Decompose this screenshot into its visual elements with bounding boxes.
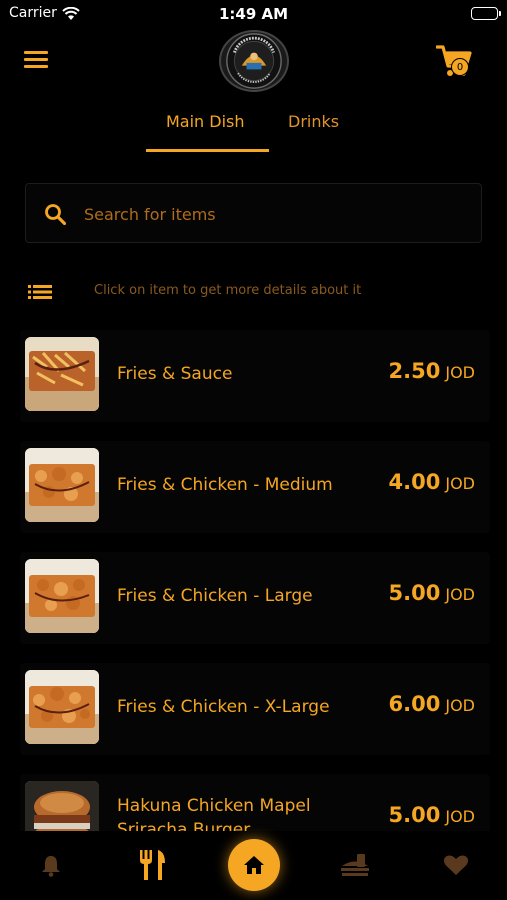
menu-item[interactable]: Fries & Sauce 2.50 JOD bbox=[0, 326, 507, 426]
tab-drinks[interactable]: Drinks bbox=[288, 112, 339, 131]
battery-icon bbox=[471, 7, 501, 20]
search-box bbox=[25, 183, 482, 243]
home-icon bbox=[244, 856, 264, 874]
item-currency: JOD bbox=[445, 585, 475, 604]
item-currency: JOD bbox=[445, 363, 475, 382]
item-price: 5.00 JOD bbox=[389, 803, 475, 827]
menu-item[interactable]: Fries & Chicken - Large 5.00 JOD bbox=[0, 548, 507, 648]
item-price-value: 4.00 bbox=[388, 470, 441, 494]
hint-text: Click on item to get more details about … bbox=[94, 283, 362, 298]
item-thumbnail bbox=[25, 337, 99, 411]
home-button[interactable] bbox=[228, 839, 280, 891]
tab-main-dish[interactable]: Main Dish bbox=[166, 112, 245, 131]
bottom-navigation bbox=[0, 831, 507, 900]
item-price-value: 2.50 bbox=[388, 359, 441, 383]
cart-count-badge: 0 bbox=[451, 58, 469, 76]
menu-item[interactable]: Hakuna Chicken Mapel Sriracha Burger 5.0… bbox=[0, 770, 507, 831]
hamburger-menu-icon[interactable] bbox=[24, 51, 48, 69]
item-name: Fries & Chicken - X-Large bbox=[117, 697, 330, 717]
status-time: 1:49 AM bbox=[218, 5, 289, 23]
hint-row: Click on item to get more details about … bbox=[0, 280, 507, 304]
item-thumbnail bbox=[25, 781, 99, 831]
item-thumbnail bbox=[25, 670, 99, 744]
active-tab-indicator bbox=[146, 149, 269, 152]
menu-item[interactable]: Fries & Chicken - Medium 4.00 JOD bbox=[0, 437, 507, 537]
status-bar: Carrier 1:49 AM bbox=[0, 0, 507, 28]
menu-item[interactable]: Fries & Chicken - X-Large 6.00 JOD bbox=[0, 659, 507, 759]
search-input[interactable] bbox=[84, 196, 464, 232]
list-icon[interactable] bbox=[28, 284, 52, 300]
category-tabs: Main Dish Drinks bbox=[0, 110, 507, 154]
item-price-value: 5.00 bbox=[388, 803, 441, 827]
heart-icon[interactable] bbox=[443, 854, 469, 876]
logo bbox=[219, 30, 289, 92]
item-price-value: 5.00 bbox=[388, 581, 441, 605]
item-thumbnail bbox=[25, 448, 99, 522]
item-currency: JOD bbox=[445, 696, 475, 715]
dish-icon[interactable] bbox=[340, 853, 370, 879]
item-price-value: 6.00 bbox=[388, 692, 441, 716]
menu-item-list: Fries & Sauce 2.50 JOD Fries & Chicken - … bbox=[0, 326, 507, 831]
item-thumbnail bbox=[25, 559, 99, 633]
item-name: Fries & Chicken - Medium bbox=[117, 475, 333, 495]
search-icon bbox=[44, 203, 67, 226]
item-price: 6.00 JOD bbox=[389, 692, 475, 716]
item-name: Fries & Chicken - Large bbox=[117, 586, 313, 606]
item-currency: JOD bbox=[445, 807, 475, 826]
item-name: Fries & Sauce bbox=[117, 364, 233, 384]
bell-icon[interactable] bbox=[41, 855, 61, 877]
item-name: Hakuna Chicken Mapel Sriracha Burger bbox=[117, 796, 311, 831]
item-price: 5.00 JOD bbox=[389, 581, 475, 605]
item-currency: JOD bbox=[445, 474, 475, 493]
cutlery-icon[interactable] bbox=[138, 849, 168, 881]
item-price: 2.50 JOD bbox=[389, 359, 475, 383]
item-price: 4.00 JOD bbox=[389, 470, 475, 494]
